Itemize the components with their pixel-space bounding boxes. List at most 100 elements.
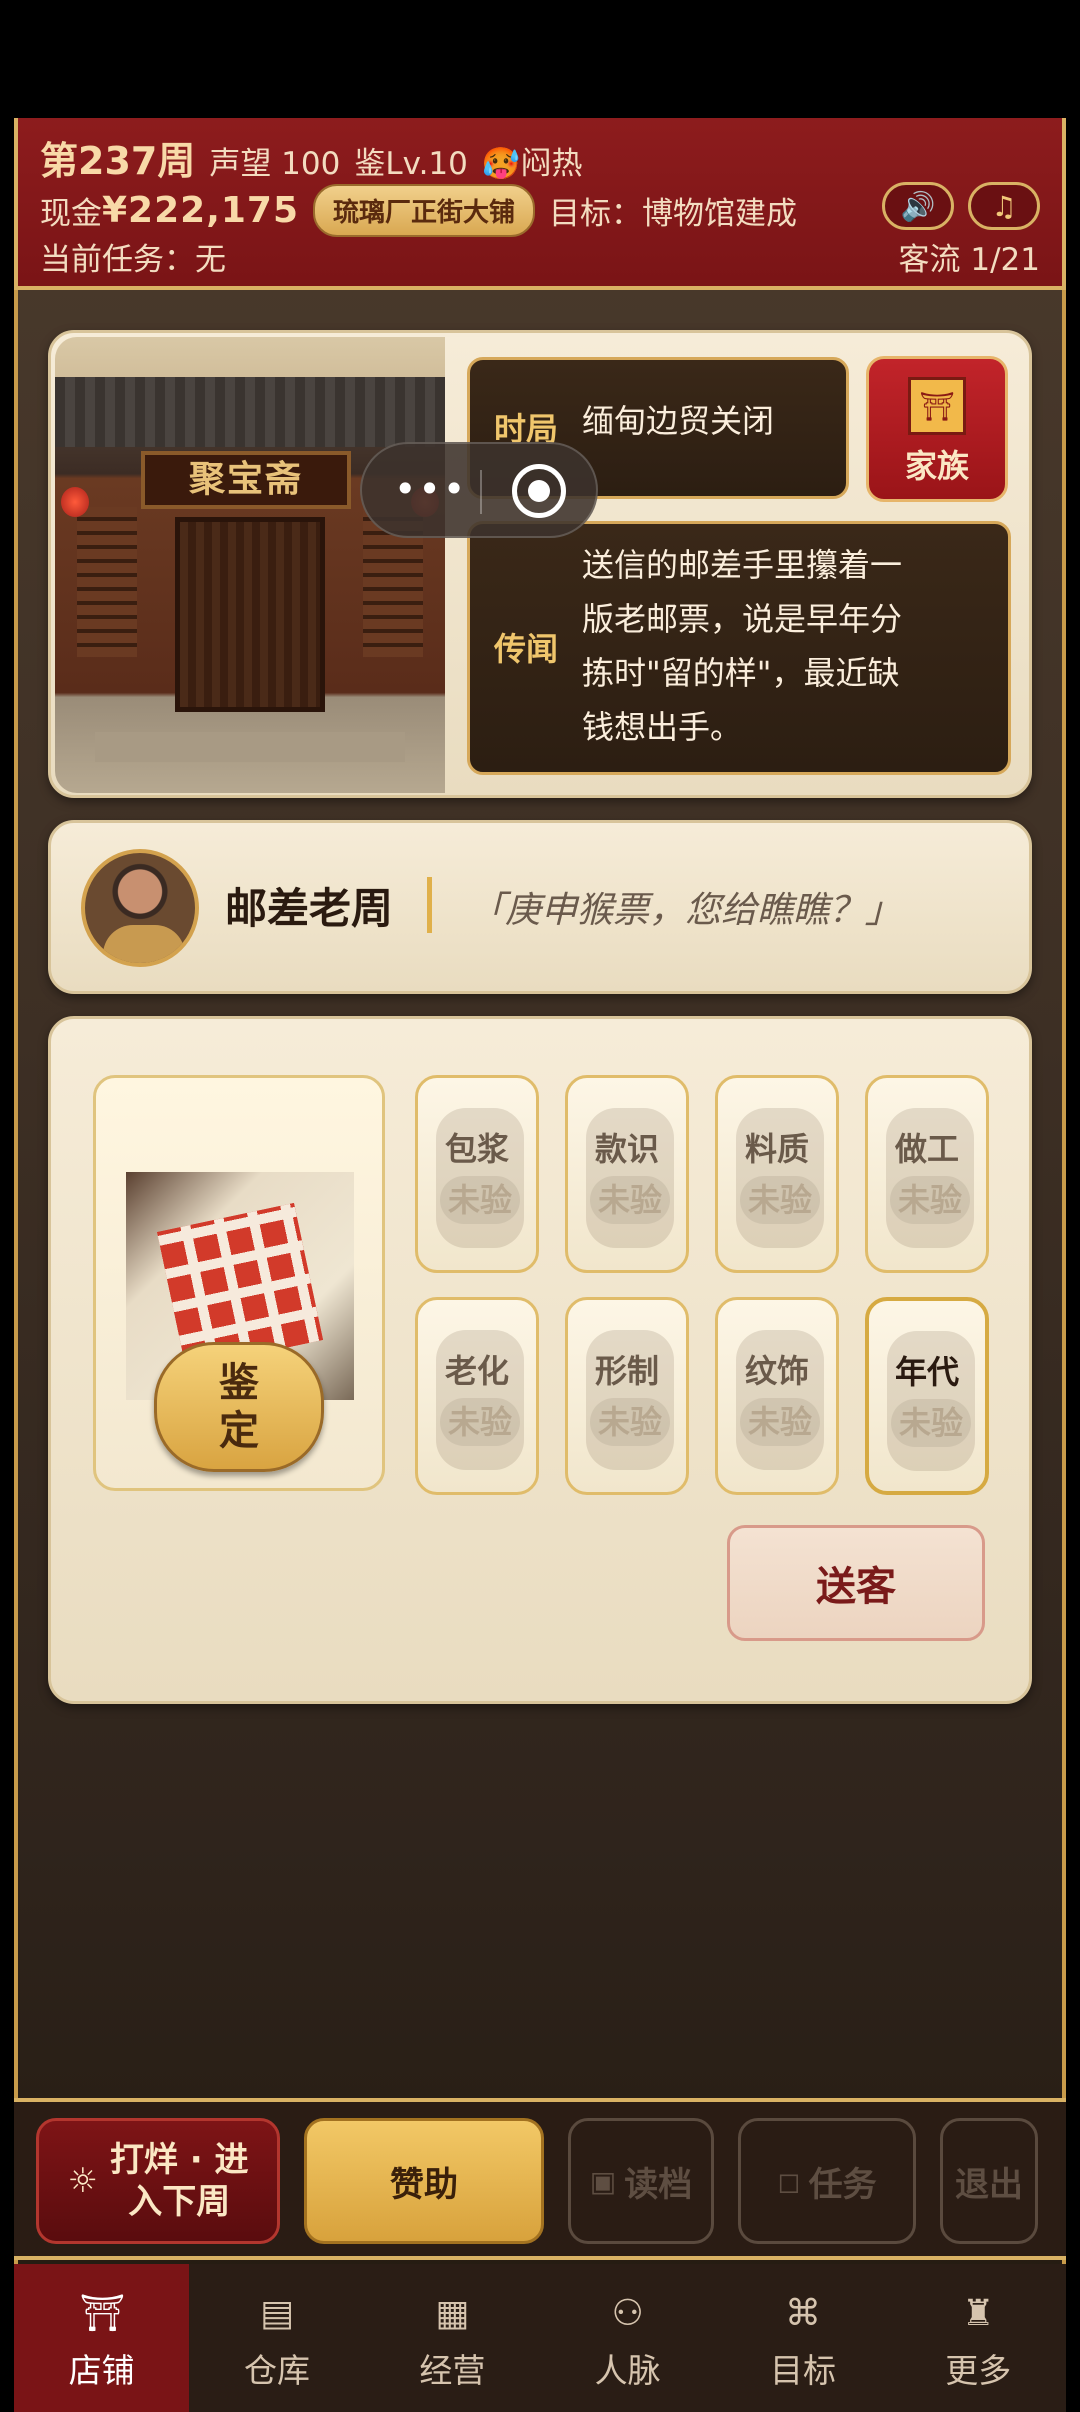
appraisal-card: 鉴 定 包浆 未验 款识 未验 料质 未验 做工 未验 老化 未验 形制 未验 …: [48, 1016, 1032, 1704]
attr-baojiang[interactable]: 包浆 未验: [415, 1075, 539, 1273]
close-target-icon[interactable]: [512, 464, 566, 518]
app-root: 第237周 声望 100 鉴Lv.10 🥵闷热 现金 ¥222,175 琉璃厂正…: [0, 0, 1080, 2412]
attr-status: 未验: [890, 1176, 970, 1224]
attr-status: 未验: [590, 1398, 670, 1446]
attr-status: 未验: [440, 1398, 520, 1446]
rumor-line: 版老邮票，说是早年分: [582, 600, 903, 638]
send-off-button[interactable]: 送客: [727, 1525, 985, 1641]
task-label: 任务: [808, 2164, 877, 2205]
next-week-label-2: 入下周: [128, 2182, 231, 2222]
lattice-window-left: [77, 507, 137, 657]
rumor-line: 拣时"留的样"，最近缺: [582, 654, 900, 692]
scroll-icon: ⌘: [784, 2293, 821, 2334]
shop-plaque: 聚宝斋: [141, 451, 351, 509]
family-crest-icon: ⛩: [908, 377, 966, 435]
appraise-label-1: 鉴: [219, 1360, 259, 1406]
task-button[interactable]: ◻ 任务: [738, 2118, 916, 2244]
roof-tiles: [55, 377, 445, 447]
rumor-text: 送信的邮差手里攥着一 版老邮票，说是早年分 拣时"留的样"，最近缺 钱想出手。: [582, 538, 902, 754]
cash-value: ¥222,175: [102, 190, 300, 231]
attr-label: 年代: [894, 1353, 959, 1391]
attr-label: 老化: [444, 1352, 509, 1390]
nav-contacts[interactable]: ⚇ 人脉: [540, 2264, 715, 2412]
attr-label: 料质: [744, 1130, 809, 1168]
attr-label: 形制: [594, 1352, 659, 1390]
name-divider: [427, 877, 432, 933]
abacus-icon: ▦: [435, 2293, 470, 2334]
attr-kuanshi[interactable]: 款识 未验: [565, 1075, 689, 1273]
attr-xingzhi[interactable]: 形制 未验: [565, 1297, 689, 1495]
attr-wenshi[interactable]: 纹饰 未验: [715, 1297, 839, 1495]
shop-storefront-image: 聚宝斋: [55, 337, 445, 793]
customer-quote: 「庚申猴票，您给瞧瞧？」: [469, 890, 902, 931]
customer-card: 邮差老周 「庚申猴票，您给瞧瞧？」: [48, 820, 1032, 994]
situation-text: 缅甸边贸关闭: [582, 402, 775, 440]
attr-label: 纹饰: [744, 1352, 809, 1390]
status-header: 第237周 声望 100 鉴Lv.10 🥵闷热 现金 ¥222,175 琉璃厂正…: [14, 118, 1066, 290]
family-button[interactable]: ⛩ 家族: [866, 356, 1008, 502]
load-label: 读档: [624, 2164, 693, 2205]
more-dots-icon[interactable]: •••: [394, 470, 467, 508]
lantern-left: [61, 487, 89, 517]
weather: 🥵闷热: [481, 146, 583, 182]
attr-status: 未验: [740, 1176, 820, 1224]
attr-zuogong[interactable]: 做工 未验: [865, 1075, 989, 1273]
nav-label: 更多: [945, 2351, 1012, 2390]
warehouse-icon: ▤: [259, 2293, 294, 2334]
rumor-box: 传闻 送信的邮差手里攥着一 版老邮票，说是早年分 拣时"留的样"，最近缺 钱想出…: [467, 521, 1011, 775]
attr-label: 做工: [894, 1130, 959, 1168]
nav-goals[interactable]: ⌘ 目标: [715, 2264, 890, 2412]
cash-label: 现金: [40, 196, 102, 232]
sound-button[interactable]: 🔊: [882, 182, 954, 230]
customer-avatar: [81, 849, 199, 967]
rumor-tag: 传闻: [494, 630, 559, 668]
nav-label: 目标: [769, 2351, 836, 2390]
stone-steps: [95, 732, 405, 762]
folder-icon: ▣: [589, 2164, 617, 2198]
attr-label: 款识: [594, 1130, 659, 1168]
sponsor-button[interactable]: 赞助: [304, 2118, 544, 2244]
nav-label: 仓库: [243, 2351, 310, 2390]
music-button[interactable]: ♫: [968, 182, 1040, 230]
bottom-nav: ⛩ 店铺 ▤ 仓库 ▦ 经营 ⚇ 人脉 ⌘ 目标 ♜ 更多: [14, 2264, 1066, 2412]
music-note-icon: ♫: [991, 189, 1017, 223]
speaker-icon: 🔊: [900, 189, 936, 223]
attr-niandai[interactable]: 年代 未验: [865, 1297, 989, 1495]
attr-status: 未验: [590, 1176, 670, 1224]
load-save-button[interactable]: ▣ 读档: [568, 2118, 714, 2244]
rumor-line: 钱想出手。: [582, 708, 743, 746]
shop-icon: ⛩: [79, 2293, 126, 2334]
next-week-button[interactable]: ☼ 打烊 · 进 入下周: [36, 2118, 280, 2244]
sun-icon: ☼: [67, 2161, 98, 2201]
miniprogram-capsule[interactable]: •••: [360, 442, 598, 538]
attr-status: 未验: [891, 1399, 971, 1447]
avatar-body: [103, 925, 185, 963]
location-badge[interactable]: 琉璃厂正街大铺: [313, 184, 536, 237]
week-counter: 第237周: [40, 139, 196, 183]
reputation: 声望 100: [209, 146, 341, 182]
customer-name: 邮差老周: [225, 884, 394, 933]
current-task: 当前任务：无: [40, 242, 226, 278]
attr-liaozhi[interactable]: 料质 未验: [715, 1075, 839, 1273]
appraise-button[interactable]: 鉴 定: [154, 1342, 324, 1472]
action-bar: ☼ 打烊 · 进 入下周 赞助 ▣ 读档 ◻ 任务 退出: [14, 2098, 1066, 2260]
attr-status: 未验: [440, 1176, 520, 1224]
item-display: 鉴 定: [93, 1075, 385, 1491]
shop-door: [175, 517, 325, 712]
exit-button[interactable]: 退出: [940, 2118, 1038, 2244]
attr-label: 包浆: [444, 1130, 509, 1168]
people-icon: ⚇: [611, 2293, 644, 2334]
nav-warehouse[interactable]: ▤ 仓库: [189, 2264, 364, 2412]
rumor-line: 送信的邮差手里攥着一: [582, 546, 903, 584]
family-label: 家族: [904, 447, 969, 485]
nav-more[interactable]: ♜ 更多: [891, 2264, 1066, 2412]
attr-laohua[interactable]: 老化 未验: [415, 1297, 539, 1495]
goal-text: 目标：博物馆建成: [549, 196, 798, 232]
appraiser-level: 鉴Lv.10: [354, 146, 468, 182]
appraise-label-2: 定: [219, 1408, 259, 1454]
nav-label: 店铺: [68, 2351, 135, 2390]
nav-label: 经营: [419, 2351, 486, 2390]
nav-business[interactable]: ▦ 经营: [365, 2264, 540, 2412]
nav-shop[interactable]: ⛩ 店铺: [14, 2264, 190, 2412]
next-week-label-1: 打烊 · 进: [109, 2140, 249, 2180]
